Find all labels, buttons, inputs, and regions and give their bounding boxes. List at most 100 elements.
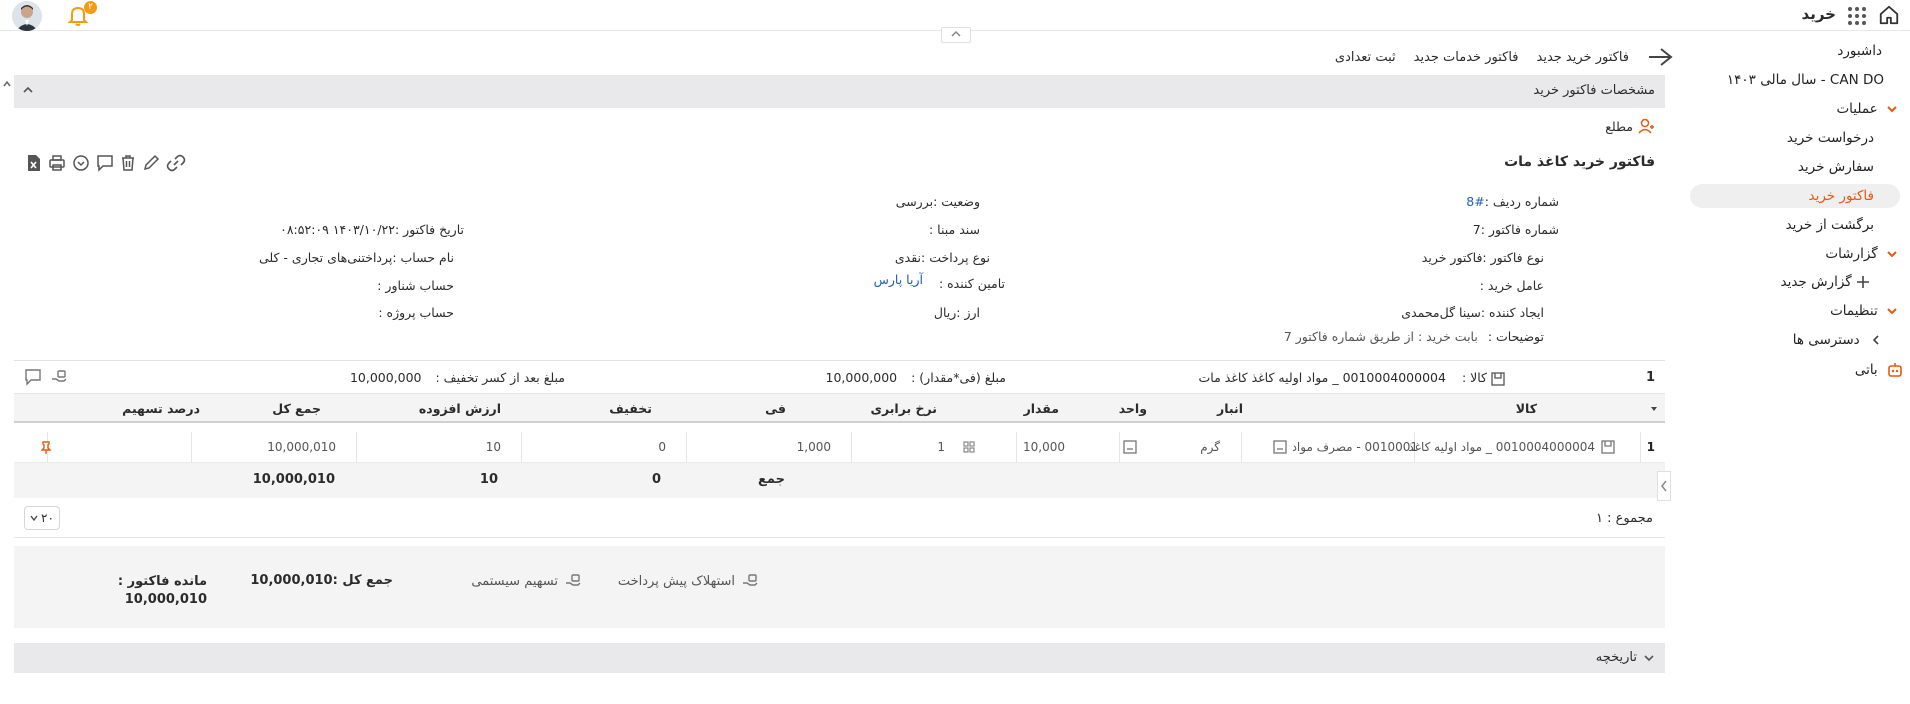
row-number-label: شماره ردیف :: [1484, 194, 1559, 209]
col-unit[interactable]: واحد: [1119, 401, 1147, 416]
new-invoice-link[interactable]: فاکتور خرید جدید: [1537, 50, 1630, 65]
col-product[interactable]: کالا: [1516, 401, 1537, 416]
remaining-label: مانده فاکتور :: [117, 574, 207, 589]
sum-total: 10,000,010: [252, 472, 335, 487]
chevron-left-icon: [1872, 335, 1879, 345]
col-rate[interactable]: نرخ برابری: [870, 401, 937, 416]
item-product-label: کالا :: [1461, 370, 1488, 385]
sidebar-item-bot-label: باتی: [1854, 362, 1878, 378]
item-actions: [24, 368, 68, 386]
home-icon[interactable]: [1878, 4, 1900, 26]
pagination-bar: مجموع : ۱ ۲۰: [14, 498, 1665, 538]
item-summary-bar: 1 کالا : 0010004000004 _ مواد اولیه کاغذ…: [14, 362, 1665, 393]
item-amount-label: مبلغ (فی*مقدار) :: [911, 370, 1006, 385]
sidebar-item-settings[interactable]: تنظیمات: [1830, 303, 1898, 319]
row-warehouse-cell: 0010001 - مصرف مواد: [1268, 440, 1418, 454]
back-arrow-icon[interactable]: [1647, 47, 1673, 67]
sidebar-item-access[interactable]: دسترسی ها: [1793, 332, 1882, 348]
print-icon[interactable]: [48, 154, 66, 176]
collapse-toolbar-button[interactable]: [941, 27, 971, 43]
history-section[interactable]: تاریخچه: [14, 643, 1665, 673]
table-header: کالا انبار واحد مقدار نرخ برابری فی تخفی…: [14, 393, 1665, 423]
divider: [14, 360, 1665, 361]
chevron-down-icon: [1887, 251, 1897, 258]
avatar[interactable]: [12, 1, 42, 31]
prepayment-button[interactable]: استهلاک پیش پرداخت: [618, 572, 759, 590]
row-product-cell: 0010004000004 _ مواد اولیه کاغذ: [1408, 440, 1615, 454]
sidebar-item-new-report[interactable]: گزارش جدید: [1781, 274, 1871, 290]
warehouse-icon: [1273, 440, 1287, 454]
after-discount-field: مبلغ بعد از کسر تخفیف : 10,000,000: [350, 370, 565, 385]
col-warehouse[interactable]: انبار: [1217, 401, 1243, 416]
sidebar-item-settings-label: تنظیمات: [1830, 303, 1878, 319]
col-share-percent[interactable]: درصد تسهیم: [122, 401, 200, 416]
page-size-select[interactable]: ۲۰: [24, 506, 60, 530]
sidebar-item-dashboard[interactable]: داشبورد: [1837, 43, 1882, 59]
invoice-totals-band: استهلاک پیش پرداخت تسهیم سیستمی جمع کل :…: [14, 546, 1665, 628]
sidebar-item-purchase-request[interactable]: درخواست خرید: [1787, 130, 1874, 146]
notification-badge: ۲: [84, 1, 97, 14]
left-collapse-chevron[interactable]: [2, 78, 12, 93]
sidebar-item-purchase-invoice[interactable]: فاکتور خرید: [1809, 188, 1875, 204]
system-share-button[interactable]: تسهیم سیستمی: [471, 572, 582, 590]
pin-icon[interactable]: [40, 441, 52, 459]
trash-icon[interactable]: [120, 154, 136, 176]
row-rate: 1: [937, 440, 945, 454]
supplier-field: تامین کننده : آریا پارس: [874, 272, 1005, 291]
row-vat: 10: [485, 440, 501, 454]
project-account-field: حساب پروژه :: [378, 305, 454, 320]
bulk-register-link[interactable]: ثبت تعدادی: [1335, 50, 1396, 65]
sidebar-item-bot[interactable]: باتی: [1855, 361, 1904, 379]
table-sum-row: جمع 0 10 10,000,010: [14, 463, 1665, 498]
history-toggle[interactable]: تاریخچه: [1596, 650, 1655, 665]
collapse-section-button[interactable]: [22, 84, 34, 100]
chevron-down-icon: [1887, 106, 1897, 113]
buyer-field: عامل خرید :: [1479, 278, 1544, 293]
chevron-up-icon: [3, 80, 11, 87]
barcode-icon[interactable]: [963, 441, 975, 457]
col-total[interactable]: جمع کل: [272, 401, 321, 416]
product-box-icon: [1601, 440, 1615, 454]
excel-icon[interactable]: [26, 154, 42, 176]
edit-pencil-icon[interactable]: [142, 154, 160, 176]
hand-money-icon[interactable]: [50, 368, 68, 386]
table-row[interactable]: 1 0010004000004 _ مواد اولیه کاغذ 001000…: [14, 432, 1665, 463]
unit-picker-icon[interactable]: [1123, 440, 1137, 458]
table-expand-icon[interactable]: [1649, 403, 1659, 418]
chevron-up-icon: [951, 30, 961, 37]
row-discount: 0: [658, 440, 666, 454]
row-number-link[interactable]: #8: [1466, 194, 1484, 209]
sidebar-item-fiscal-year[interactable]: CAN DO - سال مالی ۱۴۰۳: [1727, 72, 1884, 88]
sidebar-item-purchase-return[interactable]: برگشت از خرید: [1786, 217, 1874, 233]
comment-icon[interactable]: [96, 154, 114, 176]
row-warehouse: 0010001 - مصرف مواد: [1293, 440, 1418, 454]
row-unit: گرم: [1200, 440, 1220, 454]
grand-total: جمع کل :10,000,010: [250, 573, 393, 588]
creator-field: ایجاد کننده :سینا گل‌محمدی: [1401, 305, 1544, 320]
hand-money-icon: [743, 574, 758, 586]
sidebar-item-reports[interactable]: گزارشات: [1825, 246, 1898, 262]
more-options-icon[interactable]: [72, 154, 90, 176]
sidebar-item-operations[interactable]: عملیات: [1836, 101, 1898, 117]
informed-button[interactable]: مطلع: [1605, 117, 1655, 135]
sidebar-item-reports-label: گزارشات: [1825, 246, 1878, 262]
col-vat[interactable]: ارزش افزوده: [419, 401, 501, 416]
col-price[interactable]: فی: [765, 401, 786, 416]
status-field: وضعیت :بررسی: [895, 194, 980, 209]
sidebar-collapse-handle[interactable]: [1657, 471, 1671, 501]
invoice-panel: مشخصات فاکتور خرید مطلع فاکتور خرید کاغذ…: [14, 75, 1665, 704]
apps-grid-icon[interactable]: [1846, 5, 1868, 27]
item-amount-field: مبلغ (فی*مقدار) : 10,000,000: [826, 370, 1006, 385]
col-quantity[interactable]: مقدار: [1024, 401, 1059, 416]
supplier-link[interactable]: آریا پارس: [874, 272, 923, 287]
comment-icon[interactable]: [24, 368, 42, 386]
link-icon[interactable]: [166, 154, 186, 176]
description-value: بابت خرید : از طریق شماره فاکتور 7: [1283, 329, 1478, 344]
col-discount[interactable]: تخفیف: [609, 401, 652, 416]
sidebar-item-new-report-label: گزارش جدید: [1780, 274, 1852, 290]
sidebar-item-purchase-order[interactable]: سفارش خرید: [1798, 159, 1874, 175]
new-service-invoice-link[interactable]: فاکتور خدمات جدید: [1414, 50, 1519, 65]
invoice-section-header: مشخصات فاکتور خرید: [14, 75, 1665, 108]
item-product-value: 0010004000004 _ مواد اولیه کاغذ کاغذ مات: [1198, 370, 1446, 385]
invoice-actions: [26, 154, 186, 176]
